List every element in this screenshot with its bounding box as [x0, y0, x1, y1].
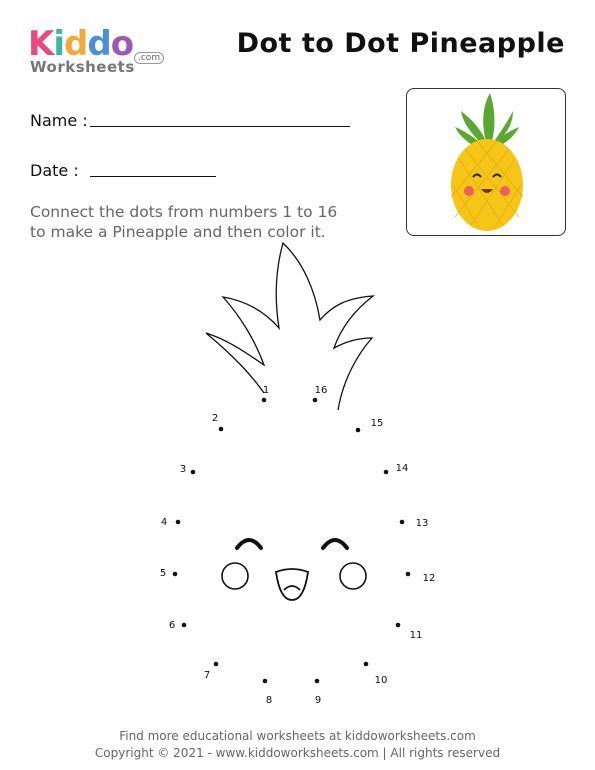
- dot-label-15: 15: [371, 418, 384, 429]
- dot-label-1: 1: [263, 385, 269, 396]
- footer-line-1: Find more educational worksheets at kidd…: [119, 729, 476, 743]
- left-eye: [235, 538, 263, 550]
- right-eye: [321, 538, 349, 550]
- mouth: [275, 568, 309, 601]
- dot-label-2: 2: [212, 413, 218, 424]
- dot-15: [355, 427, 361, 433]
- dot-label-11: 11: [410, 630, 423, 641]
- dot-label-12: 12: [423, 573, 436, 584]
- dot-label-8: 8: [266, 695, 272, 706]
- leaf-outline: [205, 241, 376, 411]
- dot-13: [399, 519, 405, 525]
- dot-5: [172, 571, 178, 577]
- dot-9: [314, 678, 320, 684]
- dot-label-13: 13: [416, 518, 429, 529]
- dot-label-4: 4: [161, 517, 167, 528]
- dot-10: [363, 661, 369, 667]
- dot-label-3: 3: [180, 464, 186, 475]
- dot-7: [213, 661, 219, 667]
- dot-label-5: 5: [160, 568, 166, 579]
- dot-to-dot-puzzle: 12345678 910111213141516: [160, 241, 436, 706]
- dot-14: [383, 469, 389, 475]
- tongue: [283, 585, 301, 591]
- dot-4: [175, 519, 181, 525]
- dot-label-6: 6: [169, 620, 175, 631]
- dot-3: [190, 469, 196, 475]
- footer-line-2: Copyright © 2021 - www.kiddoworksheets.c…: [94, 746, 501, 760]
- dot-label-14: 14: [396, 463, 409, 474]
- dot-label-7: 7: [204, 670, 210, 681]
- dot-label-10: 10: [375, 675, 388, 686]
- dot-label-9: 9: [315, 695, 321, 706]
- right-cheek: [339, 562, 367, 590]
- left-cheek: [221, 562, 249, 590]
- dot-11: [395, 622, 401, 628]
- dot-2: [218, 426, 224, 432]
- dots-group: 12345678 910111213141516: [160, 385, 436, 706]
- dot-label-16: 16: [315, 385, 328, 396]
- dot-16: [312, 397, 318, 403]
- dot-8: [262, 678, 268, 684]
- dot-12: [405, 571, 411, 577]
- dot-6: [181, 622, 187, 628]
- dot-1: [261, 397, 267, 403]
